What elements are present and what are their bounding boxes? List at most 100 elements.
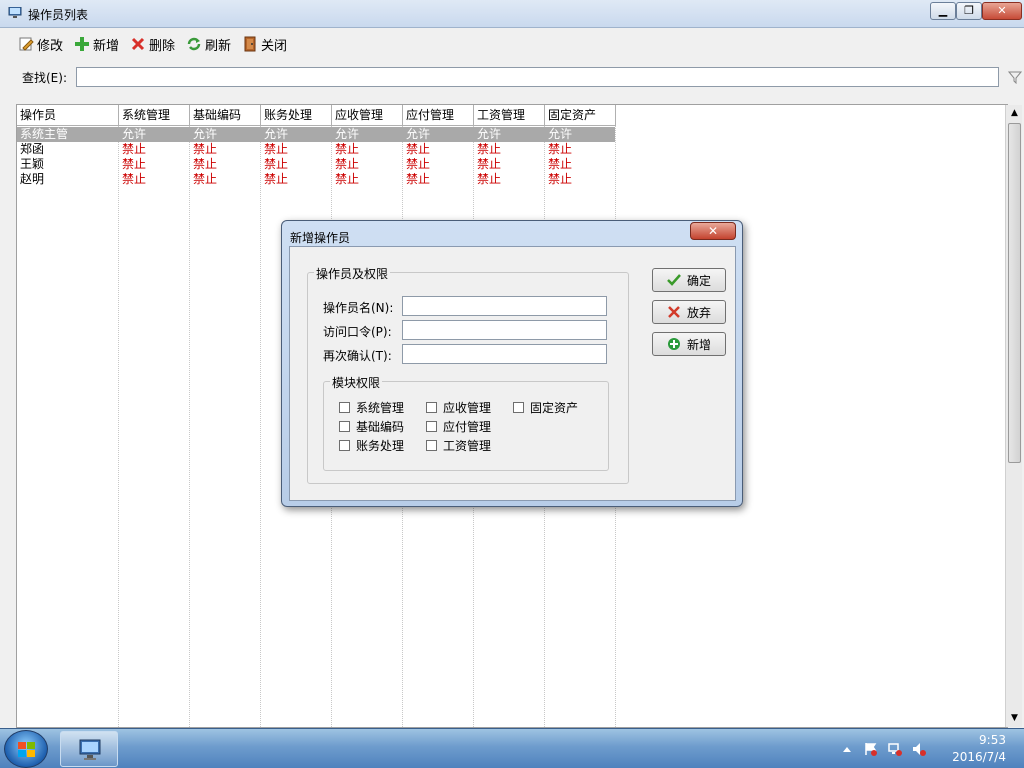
column-header-receivable[interactable]: 应收管理 <box>332 105 403 126</box>
dialog-close-button[interactable]: ✕ <box>690 222 736 240</box>
checkbox-label: 基础编码 <box>356 420 405 434</box>
operator-name-input[interactable] <box>402 296 607 316</box>
start-button[interactable] <box>4 730 48 768</box>
dialog-body: 操作员及权限 操作员名(N): 访问口令(P): 再次确认(T): 模块权限 系… <box>289 246 736 501</box>
permission-cell: 允许 <box>477 127 502 141</box>
checkbox-accounting[interactable]: 账务处理 <box>339 437 404 454</box>
delete-x-icon <box>131 37 145 51</box>
maximize-button[interactable]: ❐ <box>956 2 982 20</box>
checkbox-label: 固定资产 <box>530 401 579 415</box>
cancel-button[interactable]: 放弃 <box>652 300 726 324</box>
checkbox-payable[interactable]: 应付管理 <box>426 418 491 435</box>
column-divider <box>260 105 261 727</box>
permission-cell: 允许 <box>122 127 147 141</box>
column-header-payable[interactable]: 应付管理 <box>403 105 474 126</box>
dialog-title: 新增操作员 <box>290 231 351 245</box>
search-row: 查找(E): <box>0 60 1024 96</box>
checkbox-box[interactable] <box>426 440 437 451</box>
checkbox-box[interactable] <box>339 440 350 451</box>
confirm-password-label: 再次确认(T): <box>323 349 392 363</box>
table-row[interactable]: 赵明 禁止 禁止 禁止 禁止 禁止 禁止 禁止 <box>17 172 615 187</box>
table-row-selected[interactable]: 系统主管 允许 允许 允许 允许 允许 允许 允许 <box>17 127 615 142</box>
permission-cell: 禁止 <box>477 142 502 156</box>
ok-label: 确定 <box>686 273 711 288</box>
permission-cell: 允许 <box>406 127 431 141</box>
scroll-up-arrow-icon[interactable]: ▲ <box>1006 105 1023 122</box>
plus-icon <box>75 37 89 51</box>
network-icon[interactable] <box>888 742 902 756</box>
add-circle-icon <box>667 338 680 350</box>
dialog-add-button[interactable]: 新增 <box>652 332 726 356</box>
checkbox-fixed-assets[interactable]: 固定资产 <box>513 399 578 416</box>
checkbox-box[interactable] <box>339 421 350 432</box>
system-clock[interactable]: 9:53 2016/7/4 <box>936 732 1006 766</box>
search-input[interactable] <box>76 67 999 87</box>
scrollbar-thumb[interactable] <box>1008 123 1021 463</box>
refresh-button[interactable]: 刷新 <box>186 34 231 54</box>
checkbox-box[interactable] <box>339 402 350 413</box>
column-header-basic-code[interactable]: 基础编码 <box>190 105 261 126</box>
ok-button[interactable]: 确定 <box>652 268 726 292</box>
checkbox-box[interactable] <box>426 402 437 413</box>
table-row[interactable]: 郑函 禁止 禁止 禁止 禁止 禁止 禁止 禁止 <box>17 142 615 157</box>
permission-cell: 禁止 <box>477 172 502 186</box>
column-divider <box>118 105 119 727</box>
checkbox-system-management[interactable]: 系统管理 <box>339 399 404 416</box>
window-titlebar: 操作员列表 ▁ ❐ ✕ <box>0 0 1024 28</box>
close-window-button[interactable]: ✕ <box>982 2 1022 20</box>
column-divider <box>189 105 190 727</box>
search-label: 查找(E): <box>22 71 67 85</box>
volume-muted-icon[interactable] <box>912 742 926 756</box>
minimize-button[interactable]: ▁ <box>930 2 956 20</box>
column-header-operator[interactable]: 操作员 <box>17 105 119 126</box>
permission-cell: 禁止 <box>193 142 218 156</box>
scroll-down-arrow-icon[interactable]: ▼ <box>1006 710 1023 727</box>
permission-cell: 禁止 <box>406 142 431 156</box>
permission-cell: 禁止 <box>264 172 289 186</box>
add-operator-dialog: 新增操作员 ✕ 操作员及权限 操作员名(N): 访问口令(P): 再次确认(T)… <box>281 220 743 507</box>
door-icon <box>244 36 256 52</box>
operator-name-cell: 系统主管 <box>20 127 69 141</box>
permission-cell: 禁止 <box>122 142 147 156</box>
vertical-scrollbar[interactable]: ▲ ▼ <box>1005 105 1022 727</box>
group-title: 操作员及权限 <box>314 265 391 282</box>
checkbox-label: 应收管理 <box>443 401 492 415</box>
permission-cell: 禁止 <box>477 157 502 171</box>
module-permissions-group: 模块权限 系统管理 应收管理 固定资产 基础编码 应付管理 账务处理 工资管理 <box>323 374 609 471</box>
taskbar: 9:53 2016/7/4 <box>0 728 1024 768</box>
column-header-accounting[interactable]: 账务处理 <box>261 105 332 126</box>
permission-cell: 禁止 <box>335 142 360 156</box>
windows-logo-icon <box>18 742 35 757</box>
refresh-icon <box>187 37 201 51</box>
taskbar-app-button[interactable] <box>60 731 118 767</box>
password-input[interactable] <box>402 320 607 340</box>
permission-cell: 禁止 <box>335 172 360 186</box>
permission-cell: 禁止 <box>122 157 147 171</box>
permission-cell: 允许 <box>264 127 289 141</box>
show-hidden-icons-icon[interactable] <box>840 742 854 756</box>
checkbox-receivable[interactable]: 应收管理 <box>426 399 491 416</box>
close-button[interactable]: 关闭 <box>242 34 287 54</box>
checkbox-payroll[interactable]: 工资管理 <box>426 437 491 454</box>
edit-label: 修改 <box>37 38 64 54</box>
permission-cell: 允许 <box>193 127 218 141</box>
filter-icon[interactable] <box>1008 70 1022 84</box>
checkbox-box[interactable] <box>513 402 524 413</box>
checkbox-label: 账务处理 <box>356 439 405 453</box>
checkbox-label: 应付管理 <box>443 420 492 434</box>
table-row[interactable]: 王颖 禁止 禁止 禁止 禁止 禁止 禁止 禁止 <box>17 157 615 172</box>
column-header-fixed-assets[interactable]: 固定资产 <box>545 105 616 126</box>
column-header-payroll[interactable]: 工资管理 <box>474 105 545 126</box>
delete-label: 删除 <box>149 38 176 54</box>
permission-cell: 禁止 <box>264 142 289 156</box>
edit-button[interactable]: 修改 <box>18 34 63 54</box>
clock-date: 2016/7/4 <box>952 750 1006 764</box>
checkbox-box[interactable] <box>426 421 437 432</box>
column-header-system[interactable]: 系统管理 <box>119 105 190 126</box>
action-center-icon[interactable] <box>864 742 878 756</box>
delete-button[interactable]: 删除 <box>130 34 175 54</box>
confirm-password-input[interactable] <box>402 344 607 364</box>
checkbox-basic-code[interactable]: 基础编码 <box>339 418 404 435</box>
password-label: 访问口令(P): <box>323 325 392 339</box>
add-button[interactable]: 新增 <box>74 34 119 54</box>
